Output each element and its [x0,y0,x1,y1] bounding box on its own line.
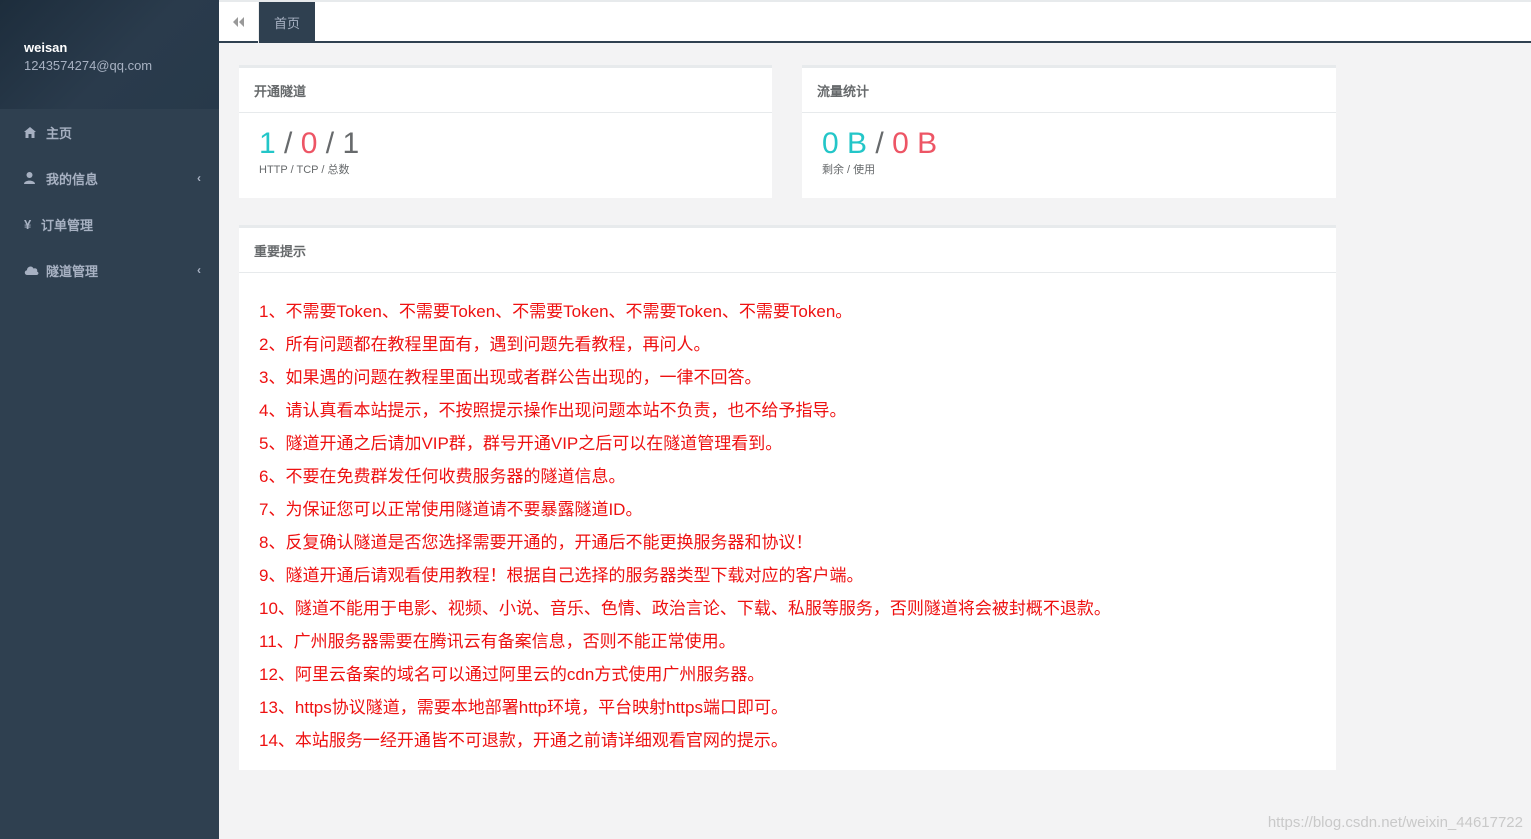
sidebar-item-label: 主页 [46,125,73,141]
separator: / [284,127,293,160]
panel-title: 流量统计 [802,68,1336,113]
notice-item: 9、隧道开通后请观看使用教程！根据自己选择的服务器类型下载对应的客户端。 [259,566,864,585]
home-icon [24,126,46,138]
sidebar-item-orders[interactable]: ¥ 订单管理 [0,201,219,247]
yen-icon: ¥ [24,216,32,232]
sidebar-item-label: 订单管理 [41,217,94,233]
sidebar-item-my-info[interactable]: 我的信息 ‹ [0,155,219,201]
tunnel-counts-caption: HTTP / TCP / 总数 [259,164,350,176]
panel-title: 重要提示 [239,228,1336,273]
notice-item: 4、请认真看本站提示，不按照提示操作出现问题本站不负责，也不给予指导。 [259,401,847,420]
cloud-icon [24,265,46,275]
notice-item: 11、广州服务器需要在腾讯云有备案信息，否则不能正常使用。 [259,632,736,651]
notice-item: 6、不要在免费群发任何收费服务器的隧道信息。 [259,467,626,486]
traffic-remaining: 0 B [822,127,868,160]
total-count: 1 [342,127,360,160]
user-email: 1243574274@qq.com [24,58,153,73]
user-icon [24,172,46,184]
panel-title: 开通隧道 [239,68,772,113]
separator: / [325,127,335,160]
tcp-count: 0 [300,127,318,160]
tab-bar: 首页 [219,0,1531,43]
traffic-values: 0 B / 0 B [822,127,1316,161]
tunnel-stats-panel: 开通隧道 1 / 0 / 1 HTTP / TCP / 总数 [239,65,772,198]
sidebar-item-label: 我的信息 [46,171,99,187]
tab-scroll-left-button[interactable] [219,2,259,43]
tab-home[interactable]: 首页 [259,2,315,43]
notice-item: 5、隧道开通之后请加VIP群，群号开通VIP之后可以在隧道管理看到。 [259,434,783,453]
notice-list: 1、不需要Token、不需要Token、不需要Token、不需要Token、不需… [239,273,1336,757]
profile-header: weisan 1243574274@qq.com [0,0,219,109]
notice-item: 1、不需要Token、不需要Token、不需要Token、不需要Token、不需… [259,302,853,321]
sidebar-item-tunnels[interactable]: 隧道管理 ‹ [0,247,219,293]
notice-item: 2、所有问题都在教程里面有，遇到问题先看教程，再问人。 [259,335,711,354]
traffic-stats-panel: 流量统计 0 B / 0 B 剩余 / 使用 [802,65,1336,198]
traffic-used: 0 B [892,127,938,160]
http-count: 1 [259,127,276,160]
sidebar-item-home[interactable]: 主页 [0,109,219,155]
sidebar-item-label: 隧道管理 [46,263,99,279]
notice-item: 3、如果遇的问题在教程里面出现或者群公告出现的，一律不回答。 [259,368,762,387]
notice-item: 7、为保证您可以正常使用隧道请不要暴露隧道ID。 [259,500,643,519]
double-left-icon [233,14,244,32]
notice-item: 10、隧道不能用于电影、视频、小说、音乐、色情、政治言论、下载、私服等服务，否则… [259,599,1111,618]
separator: / [875,127,884,160]
chevron-left-icon: ‹ [197,263,201,277]
traffic-caption: 剩余 / 使用 [822,164,876,176]
watermark: https://blog.csdn.net/weixin_44617722 [1267,814,1523,831]
user-name[interactable]: weisan [24,40,219,56]
tunnel-counts: 1 / 0 / 1 [259,127,752,161]
sidebar: weisan 1243574274@qq.com 主页 我的信息 ‹ ¥ 订单管… [0,0,219,839]
notice-panel: 重要提示 1、不需要Token、不需要Token、不需要Token、不需要Tok… [239,225,1336,770]
notice-item: 13、https协议隧道，需要本地部署http环境，平台映射https端口即可。 [259,698,788,717]
chevron-left-icon: ‹ [197,171,201,185]
notice-item: 8、反复确认隧道是否您选择需要开通的，开通后不能更换服务器和协议！ [259,533,813,552]
notice-item: 14、本站服务一经开通皆不可退款，开通之前请详细观看官网的提示。 [259,731,788,750]
notice-item: 12、阿里云备案的域名可以通过阿里云的cdn方式使用广州服务器。 [259,665,765,684]
